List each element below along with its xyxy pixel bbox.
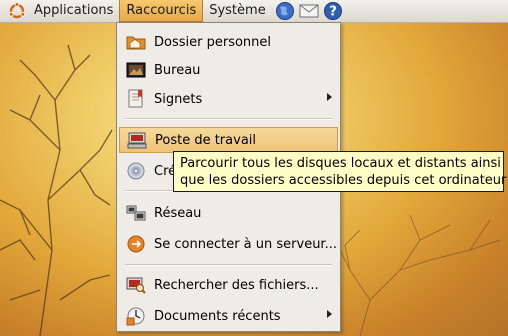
menu-item-desktop[interactable]: Bureau	[119, 57, 338, 83]
ubuntu-logo-icon[interactable]	[6, 0, 28, 22]
menu-item-recent-documents[interactable]: Documents récents	[119, 303, 338, 329]
network-icon	[125, 202, 147, 224]
menu-item-label: Rechercher des fichiers...	[154, 277, 319, 293]
svg-text:?: ?	[329, 5, 337, 20]
menu-item-label: Dossier personnel	[154, 34, 272, 50]
menu-item-computer[interactable]: Poste de travail	[119, 127, 338, 153]
tooltip-line-2: que les dossiers accessibles depuis cet …	[180, 173, 507, 188]
applications-menu-button[interactable]: Applications	[28, 0, 119, 22]
menu-item-search-files[interactable]: Rechercher des fichiers...	[119, 272, 338, 298]
menu-item-network[interactable]: Réseau	[119, 200, 338, 226]
connect-server-icon	[125, 233, 147, 255]
menu-item-home-folder[interactable]: Dossier personnel	[119, 29, 338, 55]
menu-item-label: Réseau	[154, 205, 202, 221]
submenu-arrow-icon	[327, 93, 332, 101]
system-menu-button[interactable]: Système	[203, 0, 271, 22]
top-panel: Applications Raccourcis Système ?	[0, 0, 508, 23]
help-icon[interactable]: ?	[322, 0, 344, 22]
menu-item-connect-server[interactable]: Se connecter à un serveur...	[119, 231, 338, 257]
menu-item-label: Signets	[154, 91, 203, 107]
search-files-icon	[125, 274, 147, 296]
bookmarks-icon	[125, 88, 147, 110]
menu-item-label: Se connecter à un serveur...	[154, 236, 337, 252]
menu-item-bookmarks[interactable]: Signets	[119, 86, 338, 112]
mail-icon[interactable]	[298, 0, 320, 22]
menu-separator	[125, 118, 332, 120]
computer-icon	[126, 129, 148, 151]
web-browser-icon[interactable]	[274, 0, 296, 22]
home-folder-icon	[125, 31, 147, 53]
menu-item-label: Poste de travail	[155, 132, 257, 148]
places-menu-button[interactable]: Raccourcis	[119, 0, 204, 22]
submenu-arrow-icon	[327, 310, 332, 318]
tooltip-line-1: Parcourir tous les disques locaux et dis…	[180, 156, 501, 171]
cd-burner-icon	[125, 160, 147, 182]
menu-separator	[125, 264, 332, 266]
recent-documents-icon	[125, 305, 147, 327]
desktop-icon	[125, 59, 147, 81]
menu-item-label: Bureau	[154, 62, 201, 78]
tooltip: Parcourir tous les disques locaux et dis…	[173, 151, 507, 192]
menu-item-label: Documents récents	[154, 308, 281, 324]
